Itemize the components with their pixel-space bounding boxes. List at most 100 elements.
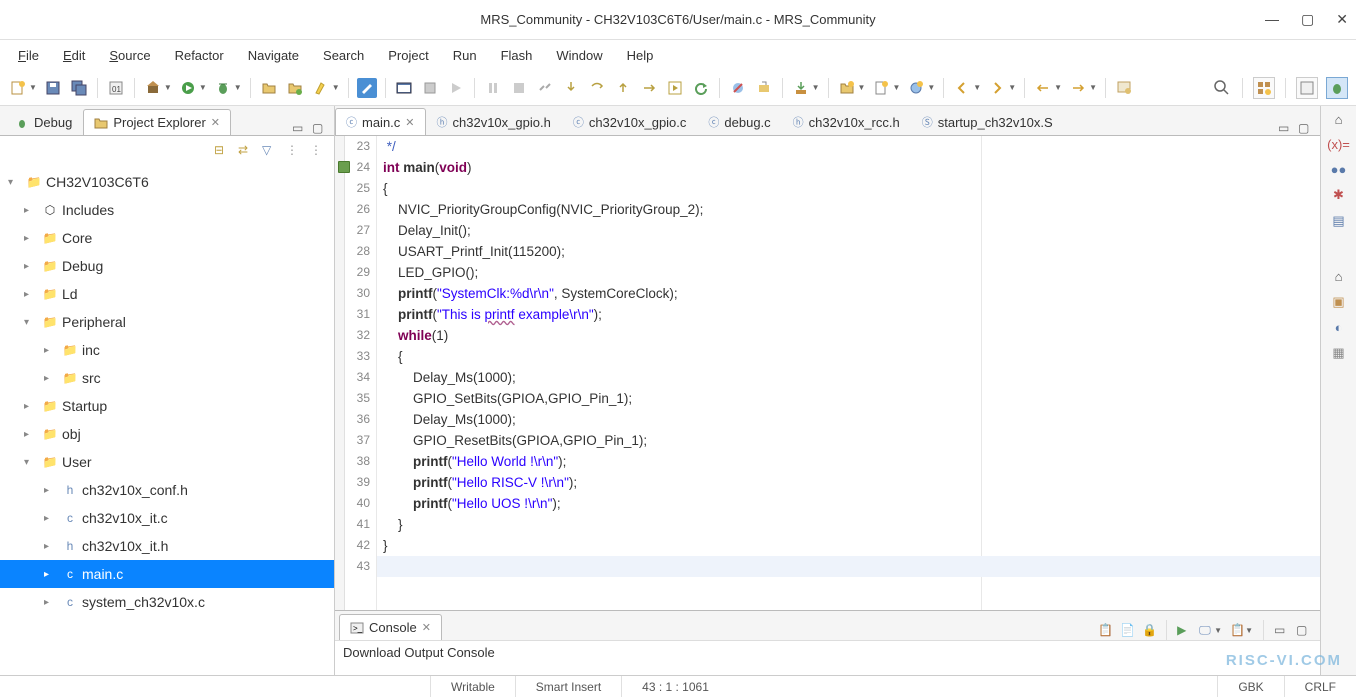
folder2-button[interactable] (285, 78, 305, 98)
tree-system-c[interactable]: ▸csystem_ch32v10x.c (0, 588, 334, 616)
tab-project-explorer[interactable]: Project Explorer ✕ (83, 109, 231, 135)
display-console-icon[interactable]: 🖵 (1199, 623, 1213, 637)
tree-includes[interactable]: ▸⬡Includes (0, 196, 334, 224)
link-editor-icon[interactable]: ⇄ (238, 143, 252, 157)
restore-icon[interactable]: ⌂ (1335, 112, 1343, 127)
maximize-view-icon[interactable]: ▢ (312, 121, 326, 135)
tab-console[interactable]: >_ Console ✕ (339, 614, 442, 640)
folding-ruler[interactable] (335, 136, 345, 610)
menu-refactor[interactable]: Refactor (165, 45, 234, 66)
next-annotation-button[interactable] (987, 78, 1007, 98)
collapse-all-icon[interactable]: ⊟ (214, 143, 228, 157)
back-button[interactable] (1033, 78, 1053, 98)
new-console-icon[interactable]: 📋 (1230, 623, 1244, 637)
binary-button[interactable]: 01 (106, 78, 126, 98)
code-area[interactable]: */ int main(void) { NVIC_PriorityGroupCo… (377, 136, 1320, 610)
dropdown-arrow-icon[interactable]: ▼ (973, 83, 981, 92)
tree-peripheral[interactable]: ▾📁Peripheral (0, 308, 334, 336)
menu-project[interactable]: Project (378, 45, 438, 66)
open-perspective-button[interactable] (1253, 77, 1275, 99)
prev-edit-button[interactable] (952, 78, 972, 98)
pin-editor-button[interactable] (1114, 78, 1134, 98)
minimize-console-icon[interactable]: ▭ (1274, 623, 1288, 637)
breakpoints-icon[interactable]: ●● (1331, 162, 1347, 177)
status-line-ending[interactable]: CRLF (1284, 676, 1356, 697)
menu-navigate[interactable]: Navigate (238, 45, 309, 66)
stop1-button[interactable] (420, 78, 440, 98)
search-icon[interactable] (1212, 78, 1232, 98)
tree-user[interactable]: ▾📁User (0, 448, 334, 476)
dropdown-arrow-icon[interactable]: ▼ (234, 83, 242, 92)
new-project-button[interactable] (837, 78, 857, 98)
tab-debug-c[interactable]: ⓒdebug.c (697, 108, 781, 135)
debug-perspective-button[interactable] (1326, 77, 1348, 99)
tree-ld[interactable]: ▸📁Ld (0, 280, 334, 308)
view-menu-icon[interactable]: ⋮ (286, 143, 300, 157)
debug-button[interactable] (213, 78, 233, 98)
stop-button[interactable] (509, 78, 529, 98)
dropdown-arrow-icon[interactable]: ▼ (927, 83, 935, 92)
clear-console-icon[interactable]: 📋 (1098, 623, 1112, 637)
close-tab-icon[interactable]: ✕ (405, 116, 414, 129)
edit-mode-button[interactable] (357, 78, 377, 98)
more-icon[interactable]: ⋮ (310, 143, 324, 157)
instruction-step-button[interactable] (639, 78, 659, 98)
dropdown-arrow-icon[interactable]: ▼ (892, 83, 900, 92)
progress-icon[interactable]: ◐ (1335, 320, 1343, 335)
menu-file[interactable]: File (8, 45, 49, 66)
build-button[interactable] (143, 78, 163, 98)
reset-button[interactable] (754, 78, 774, 98)
play2-button[interactable] (446, 78, 466, 98)
tree-conf-h[interactable]: ▸hch32v10x_conf.h (0, 476, 334, 504)
tree-obj[interactable]: ▸📁obj (0, 420, 334, 448)
cpp-perspective-button[interactable] (1296, 77, 1318, 99)
scroll-lock-icon[interactable]: 📄 (1120, 623, 1134, 637)
tab-gpio-c[interactable]: ⓒch32v10x_gpio.c (562, 108, 698, 135)
tree-debug[interactable]: ▸📁Debug (0, 252, 334, 280)
pause-button[interactable] (483, 78, 503, 98)
code-editor[interactable]: 23 24 25 26 27 28 29 30 31 32 33 34 35 3… (335, 136, 1320, 610)
skip-all-button[interactable] (728, 78, 748, 98)
minimize-button[interactable]: — (1265, 11, 1279, 28)
menu-flash[interactable]: Flash (491, 45, 543, 66)
memory-icon[interactable]: ▦ (1332, 345, 1344, 361)
menu-edit[interactable]: Edit (53, 45, 95, 66)
close-tab-icon[interactable]: ✕ (422, 621, 431, 634)
status-encoding[interactable]: GBK (1217, 676, 1283, 697)
maximize-console-icon[interactable]: ▢ (1296, 623, 1310, 637)
maximize-editor-icon[interactable]: ▢ (1298, 121, 1312, 135)
close-button[interactable]: ✕ (1336, 11, 1348, 28)
dropdown-arrow-icon[interactable]: ▼ (1089, 83, 1097, 92)
save-all-button[interactable] (69, 78, 89, 98)
dropdown-arrow-icon[interactable]: ▼ (29, 83, 37, 92)
forward-button[interactable] (1068, 78, 1088, 98)
download-button[interactable] (791, 78, 811, 98)
step-into-button[interactable] (561, 78, 581, 98)
tab-startup-s[interactable]: Ⓢstartup_ch32v10x.S (911, 108, 1064, 135)
highlighter-button[interactable] (311, 78, 331, 98)
tree-it-c[interactable]: ▸cch32v10x_it.c (0, 504, 334, 532)
tab-gpio-h[interactable]: ⓗch32v10x_gpio.h (426, 108, 562, 135)
tree-core[interactable]: ▸📁Core (0, 224, 334, 252)
new-button[interactable] (8, 78, 28, 98)
dropdown-arrow-icon[interactable]: ▼ (858, 83, 866, 92)
dropdown-arrow-icon[interactable]: ▼ (164, 83, 172, 92)
minimize-view-icon[interactable]: ▭ (292, 121, 306, 135)
save-button[interactable] (43, 78, 63, 98)
filter-icon[interactable]: ▽ (262, 143, 276, 157)
restart-button[interactable] (691, 78, 711, 98)
tree-it-h[interactable]: ▸hch32v10x_it.h (0, 532, 334, 560)
menu-run[interactable]: Run (443, 45, 487, 66)
dropdown-arrow-icon[interactable]: ▼ (1008, 83, 1016, 92)
console-output[interactable]: Download Output Console (335, 641, 1320, 675)
restore2-icon[interactable]: ⌂ (1335, 269, 1343, 284)
dropdown-arrow-icon[interactable]: ▼ (199, 83, 207, 92)
dropdown-arrow-icon[interactable]: ▼ (1054, 83, 1062, 92)
variables-icon[interactable]: (x)= (1327, 137, 1350, 152)
registers-icon[interactable]: ▤ (1332, 213, 1344, 229)
tab-rcc-h[interactable]: ⓗch32v10x_rcc.h (782, 108, 911, 135)
menu-search[interactable]: Search (313, 45, 374, 66)
tree-inc[interactable]: ▸📁inc (0, 336, 334, 364)
tab-debug[interactable]: Debug (4, 109, 83, 135)
tree-src[interactable]: ▸📁src (0, 364, 334, 392)
